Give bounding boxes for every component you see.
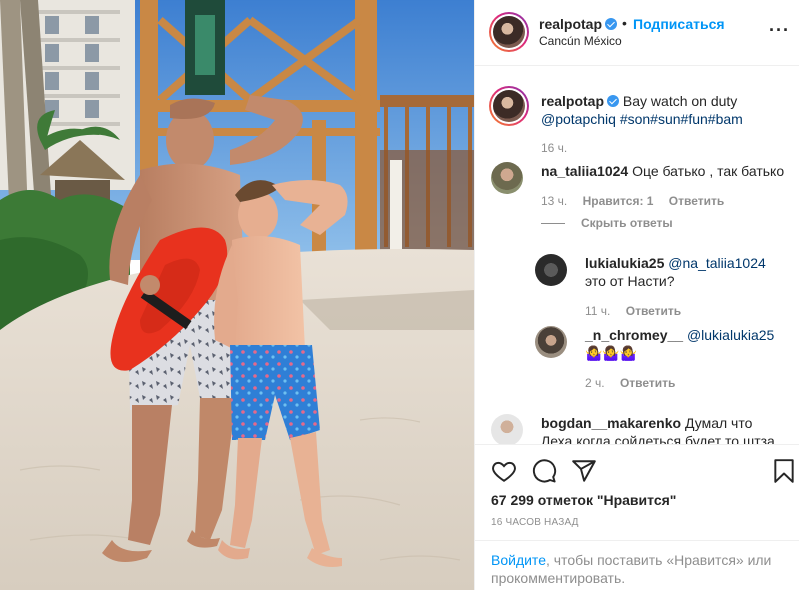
comment-item: na_taliia1024 Оце батько , так батько 13… <box>475 158 799 238</box>
hide-replies-button[interactable]: Скрыть ответы <box>541 216 673 230</box>
login-link[interactable]: Войдите <box>491 552 546 568</box>
comment-icon[interactable] <box>531 458 557 484</box>
follow-button[interactable]: Подписаться <box>633 16 725 32</box>
comment-time: 11 ч. <box>585 304 611 318</box>
reply-item: _n_chromey__ @lukialukia25 🤷‍♀️🤷‍♀️🤷‍♀️ … <box>475 326 799 398</box>
caption-username[interactable]: realpotap <box>541 93 604 109</box>
caption-time: 16 ч. <box>541 141 568 155</box>
comment-username[interactable]: lukialukia25 <box>585 255 664 271</box>
commenter-avatar[interactable] <box>491 414 523 444</box>
comment-text-2: от Насти? <box>609 273 675 289</box>
post-actions: 67 299 отметок "Нравится" 16 ЧАСОВ НАЗАД <box>475 444 799 540</box>
more-options-icon[interactable]: ··· <box>769 20 790 41</box>
post-timestamp: 16 ЧАСОВ НАЗАД <box>491 517 579 528</box>
author-avatar[interactable] <box>489 12 529 52</box>
comment-username[interactable]: _n_chromey__ <box>585 327 683 343</box>
bookmark-icon[interactable] <box>771 458 797 484</box>
reply-button[interactable]: Ответить <box>620 376 675 390</box>
separator-dot: • <box>622 15 627 31</box>
caption-tags[interactable]: @potapchiq #son#sun#fun#bam <box>541 111 743 127</box>
verified-badge-icon <box>607 95 620 107</box>
post-header: realpotap • Подписаться Cancún México ··… <box>475 0 799 66</box>
verified-badge-icon <box>605 18 618 30</box>
caption-avatar[interactable] <box>489 86 529 126</box>
commenter-avatar[interactable] <box>535 254 567 286</box>
post-side-panel: realpotap • Подписаться Cancún México ··… <box>474 0 799 590</box>
comment-username[interactable]: bogdan__makarenko <box>541 415 681 431</box>
comment-text: это <box>585 273 606 289</box>
caption-text: Bay watch on duty <box>622 93 738 109</box>
likes-count[interactable]: 67 299 отметок "Нравится" <box>491 492 676 508</box>
comment-item: bogdan__makarenko Думал что Леха когда с… <box>475 412 799 444</box>
comment-time: 2 ч. <box>585 376 605 390</box>
reply-button[interactable]: Ответить <box>669 194 724 208</box>
post-photo[interactable] <box>0 0 474 590</box>
heart-icon[interactable] <box>491 458 517 484</box>
location-link[interactable]: Cancún México <box>539 34 622 48</box>
login-prompt: Войдите, чтобы поставить «Нравится» или … <box>475 540 799 590</box>
commenter-avatar[interactable] <box>535 326 567 358</box>
comment-time: 13 ч. <box>541 194 568 208</box>
comments-list[interactable]: realpotap Bay watch on duty @potapchiq #… <box>475 66 799 444</box>
comment-text-2: когда сойдеться будет то штза 3 грн! <box>576 433 775 444</box>
commenter-avatar[interactable] <box>491 162 523 194</box>
share-icon[interactable] <box>571 458 597 484</box>
comment-text: Оце батько , так батько <box>632 163 785 179</box>
comment-likes[interactable]: Нравится: 1 <box>583 194 654 208</box>
comment-mention[interactable]: @lukialukia25 <box>687 327 774 343</box>
comment-emoji: 🤷‍♀️🤷‍♀️🤷‍♀️ <box>585 345 638 361</box>
comment-username[interactable]: na_taliia1024 <box>541 163 628 179</box>
comment-mention[interactable]: @na_taliia1024 <box>668 255 766 271</box>
caption: realpotap Bay watch on duty @potapchiq #… <box>475 66 799 156</box>
beach-photo <box>0 0 474 590</box>
reply-item: lukialukia25 @na_taliia1024 это от Насти… <box>475 252 799 324</box>
reply-button[interactable]: Ответить <box>626 304 681 318</box>
author-username[interactable]: realpotap <box>539 16 618 32</box>
